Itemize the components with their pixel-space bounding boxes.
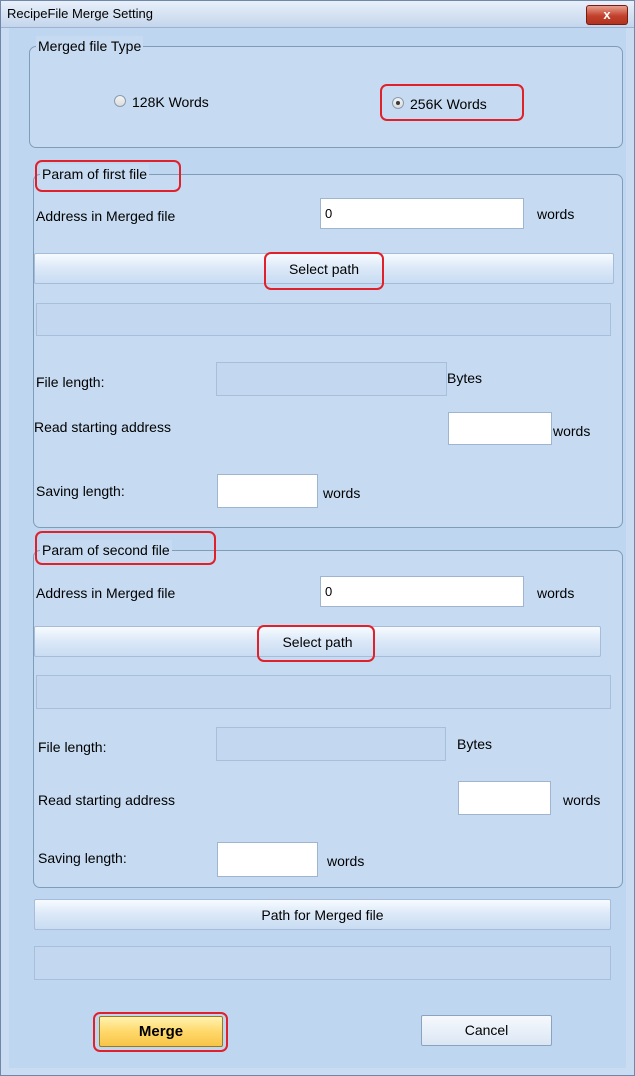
first-address-unit: words — [537, 206, 575, 222]
radio-128k[interactable] — [114, 95, 126, 107]
title-bar[interactable]: RecipeFile Merge Setting x — [1, 1, 634, 28]
first-path-display — [36, 303, 611, 336]
dialog-window: RecipeFile Merge Setting x Merged file T… — [0, 0, 635, 1076]
first-file-length-label: File length: — [36, 374, 105, 390]
cancel-button[interactable]: Cancel — [421, 1015, 552, 1046]
first-file-length-field — [216, 362, 447, 396]
second-address-label: Address in Merged file — [36, 585, 176, 601]
cancel-button-label: Cancel — [464, 1022, 509, 1038]
first-address-input[interactable] — [320, 198, 524, 229]
first-saving-length-unit: words — [323, 485, 361, 501]
first-read-start-label: Read starting address — [34, 419, 171, 435]
first-read-start-unit: words — [553, 423, 591, 439]
second-saving-length-input[interactable] — [217, 842, 318, 877]
second-file-length-label: File length: — [38, 739, 107, 755]
radio-128k-label[interactable]: 128K Words — [132, 93, 209, 111]
first-saving-length-label: Saving length: — [36, 483, 125, 499]
merged-path-display — [34, 946, 611, 980]
first-file-length-unit: Bytes — [447, 370, 483, 386]
second-read-start-label: Read starting address — [38, 792, 175, 808]
merged-type-legend: Merged file Type — [36, 36, 144, 56]
highlight-first-file-legend — [35, 160, 181, 192]
second-read-start-unit: words — [563, 792, 601, 808]
first-address-label: Address in Merged file — [36, 208, 176, 224]
second-file-length-field — [216, 727, 446, 761]
first-saving-length-input[interactable] — [217, 474, 318, 508]
second-address-unit: words — [537, 585, 575, 601]
highlight-256k — [380, 84, 524, 121]
merged-path-button[interactable]: Path for Merged file — [34, 899, 611, 930]
merged-path-label: Path for Merged file — [261, 907, 384, 923]
highlight-first-select-path — [264, 252, 384, 290]
highlight-second-file-legend — [35, 531, 216, 565]
second-path-display — [36, 675, 611, 709]
second-address-input[interactable] — [320, 576, 524, 607]
highlight-second-select-path — [257, 625, 375, 662]
second-read-start-input[interactable] — [458, 781, 551, 815]
second-file-length-unit: Bytes — [457, 736, 493, 752]
close-icon: x — [603, 7, 611, 22]
window-title: RecipeFile Merge Setting — [7, 6, 153, 21]
second-saving-length-label: Saving length: — [38, 850, 127, 866]
second-saving-length-unit: words — [327, 853, 365, 869]
first-read-start-input[interactable] — [448, 412, 552, 445]
close-button[interactable]: x — [586, 5, 628, 25]
highlight-merge-button — [93, 1012, 228, 1052]
